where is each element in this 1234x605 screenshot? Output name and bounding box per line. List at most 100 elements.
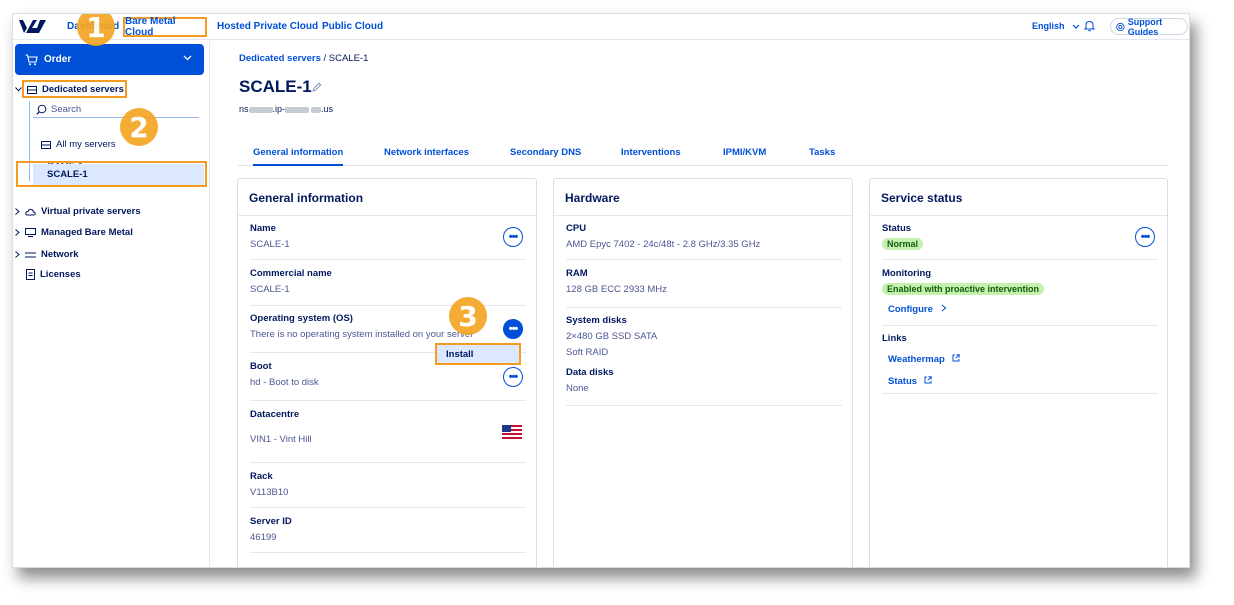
external-link-icon	[952, 354, 960, 362]
search-placeholder: Search	[51, 103, 82, 115]
language-label: English	[1032, 21, 1065, 31]
breadcrumb: Dedicated servers / SCALE-1	[239, 53, 368, 64]
field-commercial-name: Commercial name SCALE-1	[250, 268, 524, 295]
configure-link[interactable]: Configure	[882, 301, 1156, 315]
field-cpu: CPU AMD Epyc 7402 - 24c/48t - 2.8 GHz/3.…	[566, 223, 840, 250]
status-link[interactable]: Status	[882, 373, 1156, 387]
tab-interventions[interactable]: Interventions	[621, 147, 681, 158]
external-link-icon	[924, 376, 933, 384]
chevron-right-icon	[941, 304, 947, 312]
monitoring-badge: Enabled with proactive intervention	[882, 283, 1045, 295]
general-information-card: General information Name SCALE-1 ••• Com…	[237, 178, 537, 567]
chevron-right-icon	[15, 208, 20, 215]
ovh-logo-icon[interactable]	[19, 19, 47, 34]
breadcrumb-separator: /	[320, 53, 329, 64]
status-link-label: Status	[888, 376, 918, 387]
breadcrumb-dedicated-servers[interactable]: Dedicated servers	[239, 53, 321, 64]
license-icon	[26, 269, 35, 280]
field-value: 2×480 GB SSD SATA	[566, 331, 658, 342]
field-value: SCALE-1	[250, 284, 290, 295]
search-icon	[36, 104, 47, 115]
field-label: Monitoring	[882, 268, 932, 279]
field-label: Data disks	[566, 367, 614, 378]
more-options-icon: •••	[508, 231, 519, 243]
field-value: SCALE-1	[250, 239, 290, 250]
tab-network-interfaces[interactable]: Network interfaces	[384, 147, 469, 158]
field-datacentre: Datacentre VIN1 - Vint Hill	[250, 409, 524, 445]
order-label: Order	[44, 54, 72, 65]
boot-more-options-button[interactable]: •••	[503, 367, 523, 387]
divider	[250, 507, 526, 508]
field-label: Rack	[250, 471, 273, 482]
app-window: Dashboard Bare Metal Cloud Hosted Privat…	[12, 13, 1190, 568]
os-more-options-button[interactable]: •••	[503, 319, 523, 339]
more-options-icon: •••	[1140, 231, 1151, 243]
sidebar-label-vps: Virtual private servers	[41, 206, 141, 217]
tab-secondary-dns[interactable]: Secondary DNS	[510, 147, 581, 158]
field-label: Name	[250, 223, 276, 234]
more-options-icon: •••	[508, 371, 519, 383]
status-badge: Normal	[882, 238, 924, 250]
chevron-down-icon	[15, 87, 22, 92]
status-more-options-button[interactable]: •••	[1135, 227, 1155, 247]
install-menu-item[interactable]: Install	[435, 343, 521, 365]
field-links: Links Weathermap Status	[882, 333, 1156, 387]
field-system-disks: System disks 2×480 GB SSD SATA Soft RAID	[566, 315, 840, 358]
sidebar-item-virtual-private-servers[interactable]: Virtual private servers	[15, 206, 141, 217]
divider	[566, 259, 842, 260]
nav-bare-metal-cloud[interactable]: Bare Metal Cloud	[123, 16, 207, 38]
us-flag-icon	[502, 425, 522, 439]
configure-label: Configure	[888, 304, 933, 315]
divider	[882, 325, 1158, 326]
chevron-down-icon	[183, 55, 192, 61]
field-value: 128 GB ECC 2933 MHz	[566, 284, 667, 295]
field-label: Status	[882, 223, 912, 234]
sidebar-item-dedicated-servers[interactable]: Dedicated servers	[15, 84, 124, 95]
weathermap-label: Weathermap	[888, 354, 945, 365]
bell-icon[interactable]	[1084, 20, 1095, 32]
field-name: Name SCALE-1	[250, 223, 524, 250]
chevron-right-icon	[15, 251, 20, 258]
network-icon	[25, 252, 36, 257]
nav-bare-metal-cloud-label: Bare Metal Cloud	[125, 16, 176, 38]
order-button[interactable]: Order	[15, 44, 204, 75]
cart-icon	[25, 53, 38, 65]
sidebar: Order Dedicated servers Search All my se…	[13, 41, 210, 567]
sidebar-label-licenses: Licenses	[40, 269, 81, 280]
card-title: General information	[249, 191, 364, 205]
field-value: 46199	[250, 532, 277, 543]
tab-general-information[interactable]: General information	[253, 147, 344, 166]
hostname-mid: .ip-	[272, 104, 286, 114]
sidebar-item-all-my-servers[interactable]: All my servers	[41, 139, 116, 150]
tab-ipmi-kvm[interactable]: IPMI/KVM	[723, 147, 766, 158]
server-hostname: ns .ip- .us	[239, 104, 333, 114]
card-title: Hardware	[565, 191, 620, 205]
install-label: Install	[446, 348, 474, 360]
field-value: AMD Epyc 7402 - 24c/48t - 2.8 GHz/3.35 G…	[566, 239, 761, 250]
field-value: There is no operating system installed o…	[250, 329, 474, 340]
divider	[882, 259, 1158, 260]
support-guides-button[interactable]: Support Guides	[1110, 17, 1188, 37]
sidebar-label-all-my-servers: All my servers	[56, 139, 116, 150]
language-selector[interactable]: English	[1032, 21, 1080, 31]
field-label: Commercial name	[250, 268, 332, 279]
sidebar-item-network[interactable]: Network	[15, 249, 78, 260]
pencil-icon[interactable]	[312, 82, 322, 92]
more-options-icon: •••	[508, 323, 519, 335]
sidebar-item-managed-bare-metal[interactable]: Managed Bare Metal	[15, 227, 133, 238]
tab-tasks[interactable]: Tasks	[809, 147, 835, 158]
top-navigation-bar: Dashboard Bare Metal Cloud Hosted Privat…	[13, 14, 1189, 40]
hostname-suffix: .us	[321, 104, 334, 114]
more-options-button[interactable]: •••	[503, 227, 523, 247]
page-title: SCALE-1	[239, 77, 312, 96]
sidebar-item-licenses[interactable]: Licenses	[26, 269, 81, 280]
search-input[interactable]: Search	[33, 101, 199, 118]
nav-public-cloud[interactable]: Public Cloud	[322, 21, 383, 32]
divider	[870, 215, 1167, 216]
redacted-block	[285, 106, 310, 113]
nav-hosted-private-cloud[interactable]: Hosted Private Cloud	[217, 21, 318, 32]
field-label: Links	[882, 333, 907, 344]
tab-bar: General information Network interfaces S…	[238, 142, 1168, 166]
field-value: hd - Boot to disk	[250, 377, 319, 388]
weathermap-link[interactable]: Weathermap	[882, 351, 1156, 365]
